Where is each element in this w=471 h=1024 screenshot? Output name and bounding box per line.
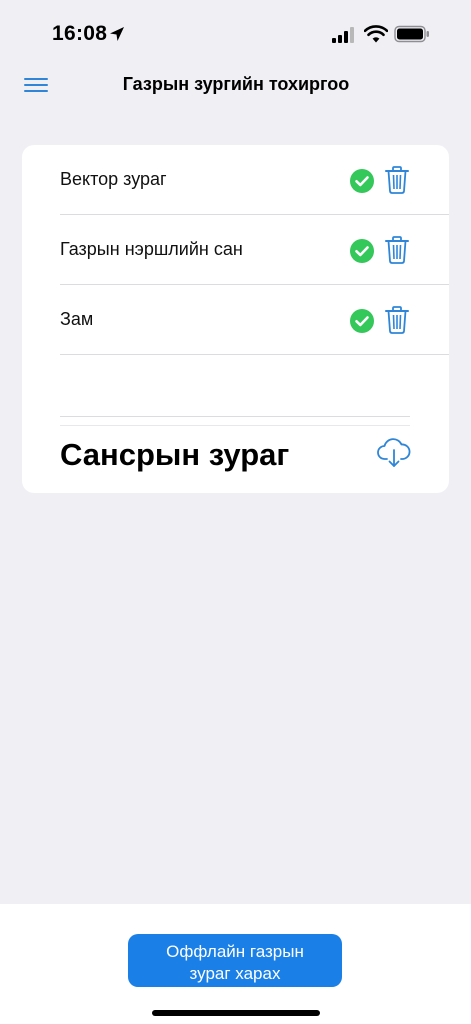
divider [60,416,410,417]
cellular-signal-icon [332,27,354,43]
battery-icon [394,25,429,43]
map-layers-card: Вектор зураг Газрын нэршлийн сан Зам Сан… [22,145,449,493]
trash-icon[interactable] [385,236,409,264]
layer-label: Вектор зураг [60,169,167,189]
view-offline-maps-button[interactable]: Оффлайн газрын зураг харах [128,934,342,987]
status-bar: 16:08 [0,0,471,62]
check-circle-icon [350,309,374,333]
layer-label: Газрын нэршлийн сан [60,239,243,259]
button-label-line-2: зураг харах [189,964,281,983]
layer-row-vector: Вектор зураг [60,145,449,215]
bottom-panel: Оффлайн газрын зураг харах [0,904,471,1024]
cloud-download-icon[interactable] [377,437,411,469]
status-time: 16:08 [52,22,108,45]
check-circle-icon [350,239,374,263]
trash-icon[interactable] [385,166,409,194]
layer-label: Зам [60,309,94,329]
location-arrow-icon [110,27,124,41]
home-indicator [152,1010,320,1016]
check-circle-icon [350,169,374,193]
page-title: Газрын зургийн тохиргоо [122,74,350,94]
layer-row-place-names: Газрын нэршлийн сан [60,215,449,285]
satellite-imagery-label: Сансрын зураг [60,437,290,472]
divider [60,425,410,426]
layer-row-roads: Зам [60,285,449,355]
button-label-line-1: Оффлайн газрын [166,942,304,961]
wifi-icon [364,25,388,43]
trash-icon[interactable] [385,306,409,334]
